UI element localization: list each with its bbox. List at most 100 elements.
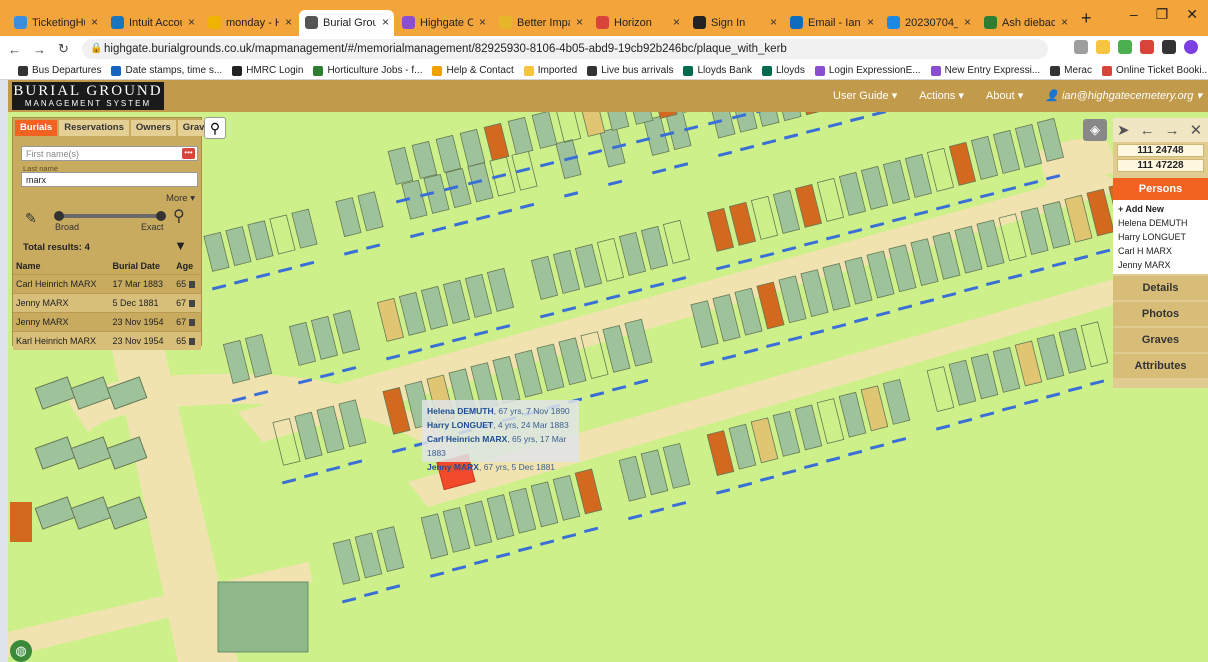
- grave-plot[interactable]: [970, 353, 999, 400]
- grave-plot[interactable]: [332, 309, 361, 354]
- grave-plot[interactable]: [970, 135, 999, 180]
- grave-plot[interactable]: [948, 359, 977, 406]
- details-button[interactable]: Details: [1113, 276, 1208, 300]
- tab-close-icon[interactable]: ×: [867, 15, 874, 29]
- grave-plot[interactable]: [217, 581, 309, 653]
- slider-knob-start[interactable]: [54, 211, 64, 221]
- tab-close-icon[interactable]: ×: [576, 15, 583, 29]
- menu-actions[interactable]: Actions ▾: [919, 89, 964, 102]
- grave-plot[interactable]: [728, 423, 757, 470]
- grave-plot[interactable]: [976, 219, 1005, 268]
- grave-plot[interactable]: [269, 214, 296, 255]
- browser-tab[interactable]: 20230704_HCD ×: [881, 10, 976, 36]
- browser-tab[interactable]: Sign In ×: [687, 10, 782, 36]
- result-row[interactable]: Karl Heinrich MARX 23 Nov 1954 65: [13, 331, 201, 350]
- tab-close-icon[interactable]: ×: [188, 15, 195, 29]
- grave-plot[interactable]: [816, 398, 845, 444]
- bookmark-item[interactable]: Merac: [1050, 65, 1092, 76]
- grave-plot[interactable]: [794, 183, 823, 228]
- globe-icon[interactable]: ◍: [10, 640, 32, 662]
- bookmark-item[interactable]: Online Ticket Booki...: [1101, 65, 1208, 76]
- grave-plot[interactable]: [354, 532, 383, 579]
- slider-knob-end[interactable]: [156, 211, 166, 221]
- grave-plot[interactable]: [1064, 194, 1093, 243]
- profile-avatar[interactable]: [1184, 40, 1198, 54]
- grave-plot[interactable]: [1080, 321, 1109, 368]
- grave-plot[interactable]: [706, 207, 735, 252]
- grave-plot[interactable]: [387, 146, 414, 185]
- grave-plot[interactable]: [420, 513, 449, 560]
- grave-plot[interactable]: [310, 315, 339, 360]
- grave-plot[interactable]: [932, 231, 961, 280]
- photos-button[interactable]: Photos: [1113, 302, 1208, 326]
- arrow-left-icon[interactable]: ←: [1140, 122, 1155, 139]
- grave-plot[interactable]: [662, 219, 691, 264]
- grave-plot[interactable]: [531, 112, 558, 149]
- grave-plot[interactable]: [640, 225, 669, 270]
- tooltip-line[interactable]: Jenny MARX, 67 yrs, 5 Dec 1881: [427, 460, 574, 474]
- col-name[interactable]: Name: [13, 258, 109, 275]
- tab-reservations[interactable]: Reservations: [59, 120, 129, 136]
- grave-plot[interactable]: [860, 385, 889, 432]
- arrow-right-icon[interactable]: →: [1165, 122, 1180, 139]
- close-icon[interactable]: ✕: [1190, 121, 1203, 139]
- bookmark-item[interactable]: Imported: [523, 65, 577, 76]
- grave-plot[interactable]: [1042, 200, 1071, 249]
- result-row[interactable]: Carl Heinrich MARX 17 Mar 1883 65: [13, 274, 201, 294]
- bookmark-item[interactable]: HMRC Login: [232, 65, 303, 76]
- restore-icon[interactable]: ❐: [1156, 6, 1169, 23]
- result-row[interactable]: Jenny MARX 23 Nov 1954 67: [13, 312, 201, 332]
- grave-plot[interactable]: [838, 171, 867, 216]
- bookmark-item[interactable]: Date stamps, time s...: [111, 65, 222, 76]
- grave-plot[interactable]: [574, 468, 603, 515]
- grave-plot[interactable]: [552, 249, 581, 294]
- grave-plot[interactable]: [244, 333, 273, 378]
- grave-plot[interactable]: [926, 147, 955, 192]
- reload-icon[interactable]: ↻: [58, 41, 69, 57]
- grave-plot[interactable]: [603, 112, 630, 131]
- tab-close-icon[interactable]: ×: [673, 15, 680, 29]
- grave-plot[interactable]: [640, 449, 669, 496]
- attributes-button[interactable]: Attributes: [1113, 354, 1208, 378]
- grave-plot[interactable]: [203, 231, 230, 272]
- menu-user-account[interactable]: 👤 ian@highgatecemetery.org ▾: [1045, 89, 1202, 102]
- more-options-link[interactable]: More ▾: [166, 193, 195, 204]
- grave-plot[interactable]: [34, 436, 76, 470]
- last-name-field[interactable]: marx: [21, 172, 198, 187]
- grave-plot[interactable]: [888, 244, 917, 293]
- tab-close-icon[interactable]: ×: [770, 15, 777, 29]
- grave-plot[interactable]: [464, 500, 493, 547]
- graves-button[interactable]: Graves: [1113, 328, 1208, 352]
- grave-plot[interactable]: [70, 496, 112, 530]
- grave-plot[interactable]: [1014, 123, 1043, 168]
- grave-plot[interactable]: [332, 538, 361, 585]
- browser-tab[interactable]: Better Impact A ×: [493, 10, 588, 36]
- grave-plot[interactable]: [753, 112, 780, 127]
- grave-plot[interactable]: [579, 112, 606, 137]
- grave-plot[interactable]: [772, 410, 801, 457]
- grave-plot[interactable]: [662, 442, 691, 489]
- back-icon[interactable]: ←: [8, 42, 21, 57]
- grave-plot[interactable]: [926, 366, 955, 412]
- grave-plot[interactable]: [750, 195, 779, 240]
- grave-plot[interactable]: [483, 122, 510, 161]
- grave-plot[interactable]: [34, 496, 76, 530]
- person-item[interactable]: Carl H MARX: [1118, 244, 1203, 258]
- tab-burials[interactable]: Burials: [15, 120, 58, 136]
- tooltip-line[interactable]: Harry LONGUET, 4 yrs, 24 Mar 1883: [427, 418, 574, 432]
- col-burial-date[interactable]: Burial Date: [109, 258, 173, 275]
- match-slider[interactable]: [54, 211, 166, 221]
- layers-icon[interactable]: ◈: [1083, 119, 1107, 141]
- bookmark-item[interactable]: New Entry Expressi...: [930, 65, 1040, 76]
- menu-about[interactable]: About ▾: [986, 89, 1023, 102]
- extension-icon[interactable]: [1140, 40, 1154, 54]
- grave-plot[interactable]: [335, 197, 362, 238]
- grave-plot[interactable]: [411, 140, 438, 179]
- grave-plot[interactable]: [459, 128, 486, 167]
- forward-icon[interactable]: →: [33, 42, 46, 57]
- browser-tab[interactable]: Email - Ian Dun ×: [784, 10, 879, 36]
- new-tab-button[interactable]: +: [1081, 8, 1092, 29]
- bookmark-item[interactable]: Live bus arrivals: [587, 65, 673, 76]
- grave-plot[interactable]: [1036, 334, 1065, 380]
- grave-plot[interactable]: [794, 404, 823, 451]
